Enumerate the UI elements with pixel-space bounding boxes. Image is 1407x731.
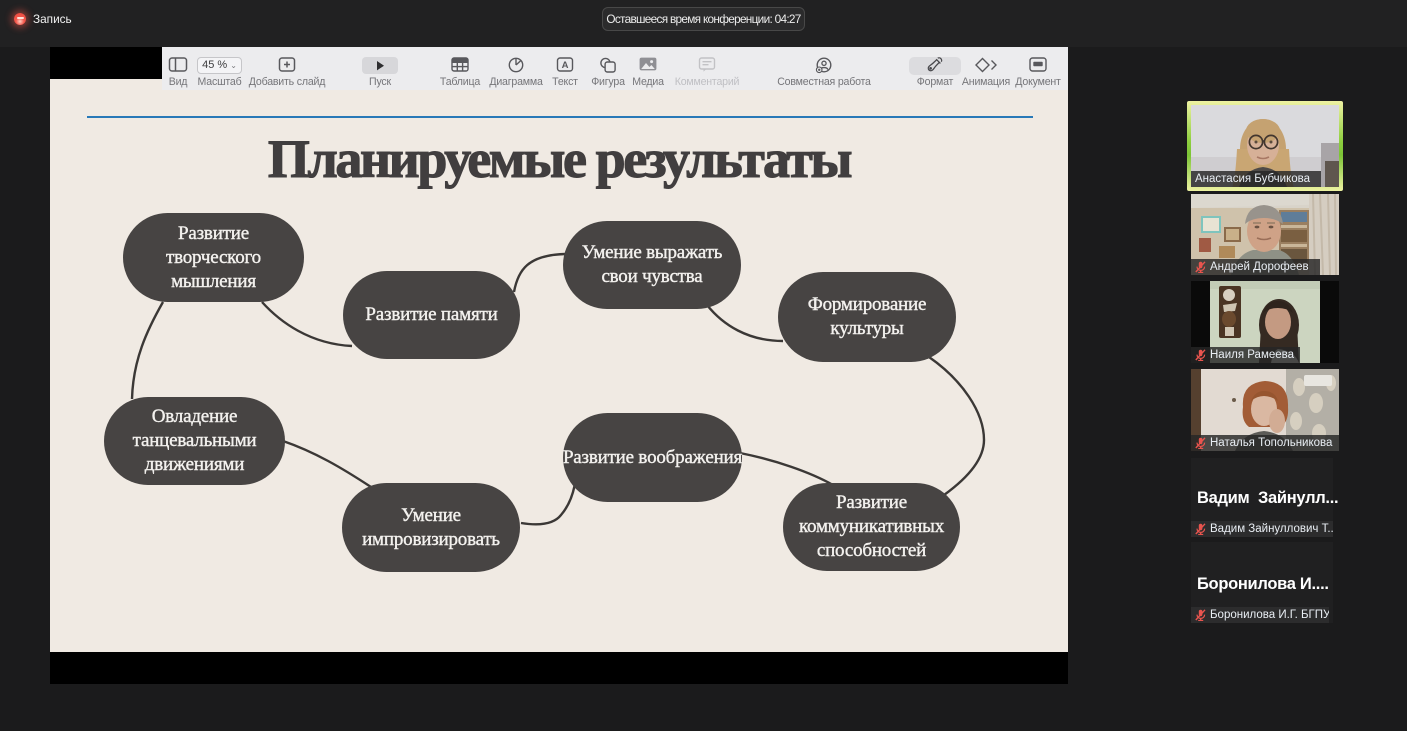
svg-text:A: A [562, 60, 569, 71]
